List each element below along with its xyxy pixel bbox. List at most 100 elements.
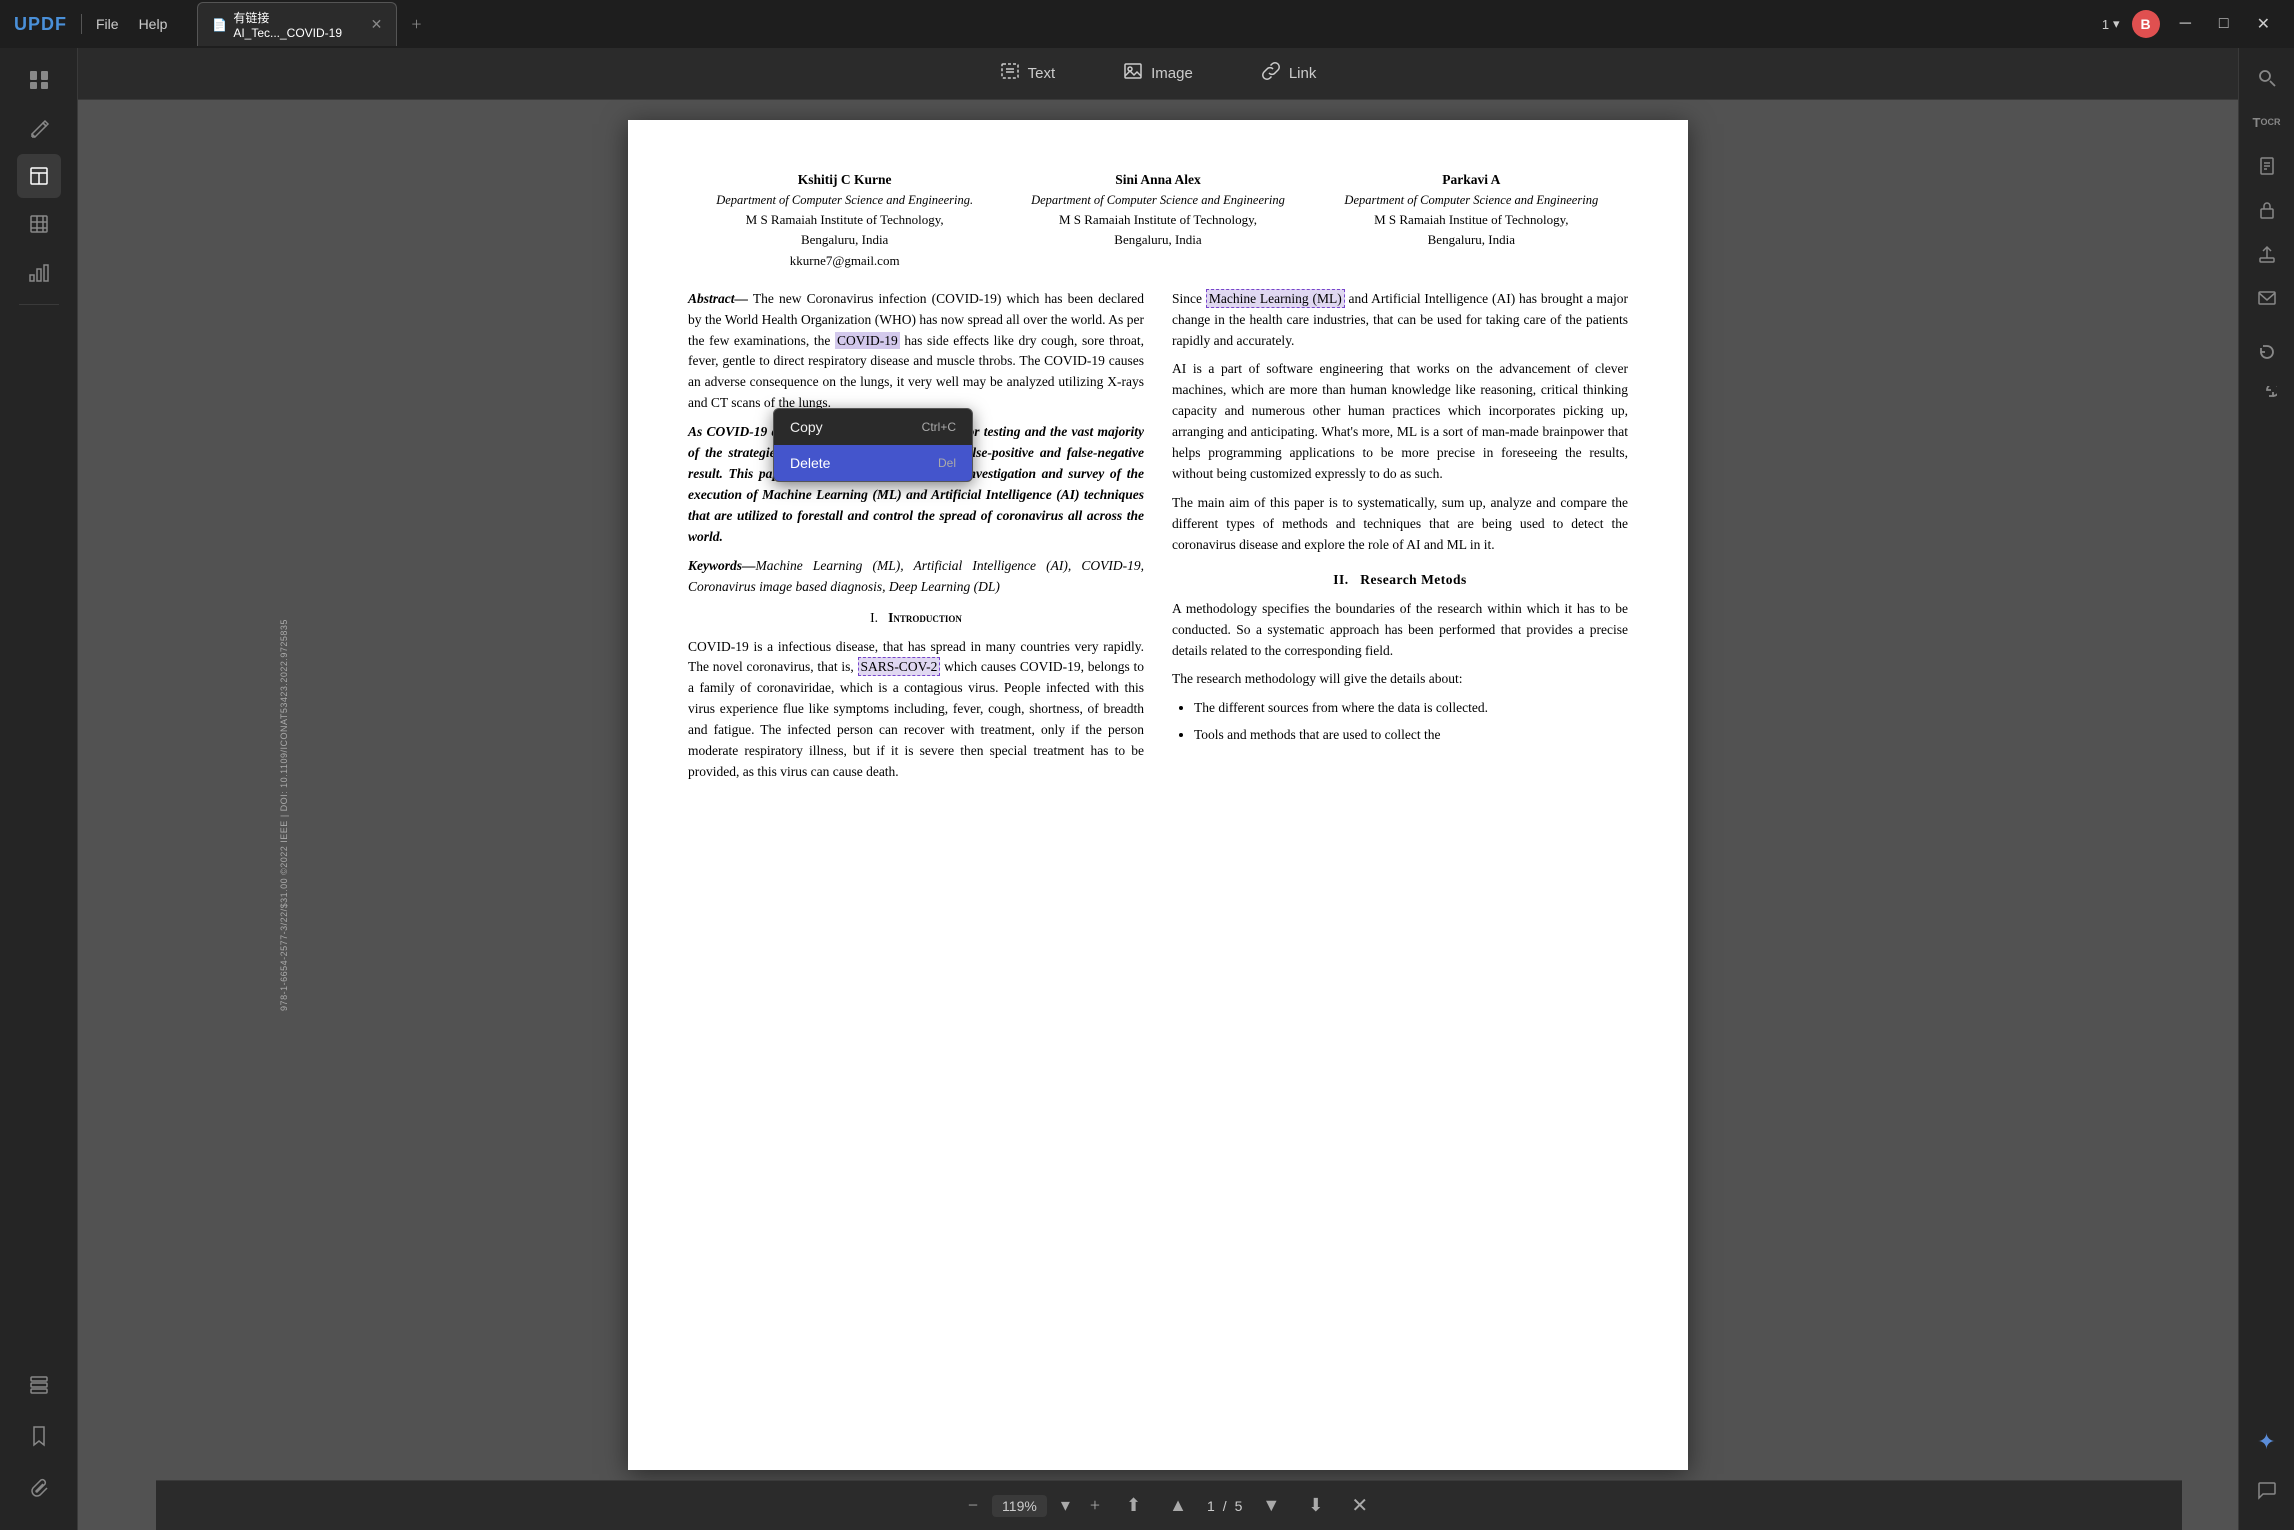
research-title-text: Research Metods: [1360, 572, 1467, 587]
sidebar-edit-button[interactable]: [17, 106, 61, 150]
zoom-value[interactable]: 119%: [992, 1495, 1047, 1517]
authors-row: Kshitij C Kurne Department of Computer S…: [688, 170, 1628, 271]
keywords-text: Machine Learning (ML), Artificial Intell…: [688, 558, 1144, 594]
zoom-out-button[interactable]: −: [962, 1491, 984, 1520]
right-sidebar-redo-button[interactable]: [2247, 376, 2287, 416]
author1-name: Kshitij C Kurne: [688, 170, 1001, 191]
sidebar-bookmark-button[interactable]: [17, 1414, 61, 1458]
right-para3: The main aim of this paper is to systema…: [1172, 493, 1628, 556]
file-menu[interactable]: File: [96, 16, 119, 32]
right-sidebar-ai-button[interactable]: ✦: [2247, 1422, 2287, 1462]
right-sidebar-search-button[interactable]: [2247, 58, 2287, 98]
col-right: Since Machine Learning (ML) and Artifici…: [1172, 289, 1628, 791]
right-sidebar-comment-button[interactable]: [2247, 1470, 2287, 1510]
toolbar-image-button[interactable]: Image: [1109, 55, 1207, 92]
right-sidebar-share-button[interactable]: [2247, 234, 2287, 274]
sidebar-stack-button[interactable]: [17, 1362, 61, 1406]
context-delete-button[interactable]: Delete Del: [774, 445, 972, 481]
right-sidebar-bottom: ✦: [2247, 1422, 2287, 1530]
author2-institute: M S Ramaiah Institute of Technology,: [1001, 210, 1314, 230]
active-tab[interactable]: 📄 有链接AI_Tec..._COVID-19 ✕: [197, 2, 397, 46]
author3-block: Parkavi A Department of Computer Science…: [1315, 170, 1628, 271]
author2-name: Sini Anna Alex: [1001, 170, 1314, 191]
covid19-highlight: COVID-19: [835, 332, 900, 349]
research-heading: II. Research Metods: [1172, 570, 1628, 591]
tab-close-button[interactable]: ✕: [371, 16, 383, 33]
close-window-button[interactable]: ✕: [2249, 10, 2278, 38]
abstract-text: The new Coronavirus infection (COVID-19)…: [688, 291, 1144, 411]
user-avatar[interactable]: B: [2132, 10, 2160, 38]
page-arrow[interactable]: ▾: [2113, 16, 2120, 32]
page-separator: /: [1223, 1498, 1227, 1514]
sidebar-chart-button[interactable]: [17, 250, 61, 294]
page-indicator: 1 ▾: [2102, 16, 2120, 32]
right-sidebar-lock-button[interactable]: [2247, 190, 2287, 230]
author1-dept: Department of Computer Science and Engin…: [688, 191, 1001, 210]
prev-page-button[interactable]: ▲: [1161, 1491, 1195, 1520]
author1-email: kkurne7@gmail.com: [688, 251, 1001, 271]
tab-title: 有链接AI_Tec..._COVID-19: [233, 9, 362, 40]
right-sidebar-page-button[interactable]: [2247, 146, 2287, 186]
research-para1: A methodology specifies the boundaries o…: [1172, 599, 1628, 662]
research-para2: The research methodology will give the d…: [1172, 669, 1628, 690]
author3-institute: M S Ramaiah Institue of Technology,: [1315, 210, 1628, 230]
maximize-button[interactable]: □: [2211, 11, 2237, 37]
author2-block: Sini Anna Alex Department of Computer Sc…: [1001, 170, 1314, 271]
context-menu: Copy Ctrl+C Delete Del: [773, 408, 973, 482]
left-sidebar: [0, 48, 78, 1530]
zoom-dropdown-button[interactable]: ▾: [1055, 1491, 1076, 1520]
title-bar: UPDF File Help 📄 有链接AI_Tec..._COVID-19 ✕…: [0, 0, 2294, 48]
sidebar-table-button[interactable]: [17, 202, 61, 246]
help-menu[interactable]: Help: [139, 16, 168, 32]
page-total: 5: [1235, 1498, 1243, 1514]
author1-block: Kshitij C Kurne Department of Computer S…: [688, 170, 1001, 271]
right-sidebar-mail-button[interactable]: [2247, 278, 2287, 318]
zoom-in-button[interactable]: +: [1084, 1491, 1106, 1520]
scroll-bottom-button[interactable]: ⬇: [1300, 1491, 1331, 1520]
tab-pdf-icon: 📄: [212, 18, 227, 32]
intro-para1: COVID-19 is a infectious disease, that h…: [688, 637, 1144, 783]
right-sidebar: TOCR ✦: [2238, 48, 2294, 1530]
minimize-button[interactable]: ─: [2172, 11, 2199, 37]
bullet2: Tools and methods that are used to colle…: [1194, 725, 1628, 746]
sidebar-bottom: [17, 1362, 61, 1530]
sidebar-layout-button[interactable]: [17, 154, 61, 198]
abstract-para: Abstract— The new Coronavirus infection …: [688, 289, 1144, 415]
right-sidebar-undo-button[interactable]: [2247, 332, 2287, 372]
right-sidebar-ocr-button[interactable]: TOCR: [2247, 102, 2287, 142]
bullet1: The different sources from where the dat…: [1194, 698, 1628, 719]
context-copy-button[interactable]: Copy Ctrl+C: [774, 409, 972, 445]
author3-dept: Department of Computer Science and Engin…: [1315, 191, 1628, 210]
next-page-button[interactable]: ▼: [1254, 1491, 1288, 1520]
intro-title: Introduction: [888, 610, 962, 625]
toolbar-text-button[interactable]: Text: [986, 55, 1070, 92]
page-number: 1: [2102, 17, 2109, 32]
col-left: Abstract— The new Coronavirus infection …: [688, 289, 1144, 791]
author3-location: Bengaluru, India: [1315, 230, 1628, 250]
right-para2: AI is a part of software engineering tha…: [1172, 359, 1628, 485]
author1-location: Bengaluru, India: [688, 230, 1001, 250]
keywords-para: Keywords—Machine Learning (ML), Artifici…: [688, 556, 1144, 598]
page-current: 1: [1207, 1498, 1215, 1514]
toolbar-link-button[interactable]: Link: [1247, 55, 1331, 92]
author3-name: Parkavi A: [1315, 170, 1628, 191]
intro-numeral: I.: [870, 610, 878, 625]
abstract-label: Abstract—: [688, 291, 748, 306]
close-nav-button[interactable]: ✕: [1343, 1489, 1376, 1522]
scroll-top-button[interactable]: ⬆: [1118, 1491, 1149, 1520]
image-icon: [1123, 61, 1143, 86]
copy-shortcut: Ctrl+C: [922, 420, 956, 434]
author2-location: Bengaluru, India: [1001, 230, 1314, 250]
toolbar-text-label: Text: [1028, 65, 1056, 82]
new-tab-button[interactable]: +: [405, 12, 427, 37]
two-col-content: Abstract— The new Coronavirus infection …: [688, 289, 1628, 791]
vertical-copyright-text: 978-1-6654-2577-3/22/$31.00 ©2022 IEEE |…: [279, 619, 289, 1011]
zoom-control: − 119% ▾ +: [962, 1491, 1106, 1520]
delete-label: Delete: [790, 455, 830, 471]
sidebar-thumbnail-button[interactable]: [17, 58, 61, 102]
text-icon: [1000, 61, 1020, 86]
intro-heading: I. Introduction: [688, 608, 1144, 629]
link-icon: [1261, 61, 1281, 86]
sidebar-attach-button[interactable]: [17, 1466, 61, 1510]
content-area: 978-1-6654-2577-3/22/$31.00 ©2022 IEEE |…: [78, 100, 2238, 1530]
